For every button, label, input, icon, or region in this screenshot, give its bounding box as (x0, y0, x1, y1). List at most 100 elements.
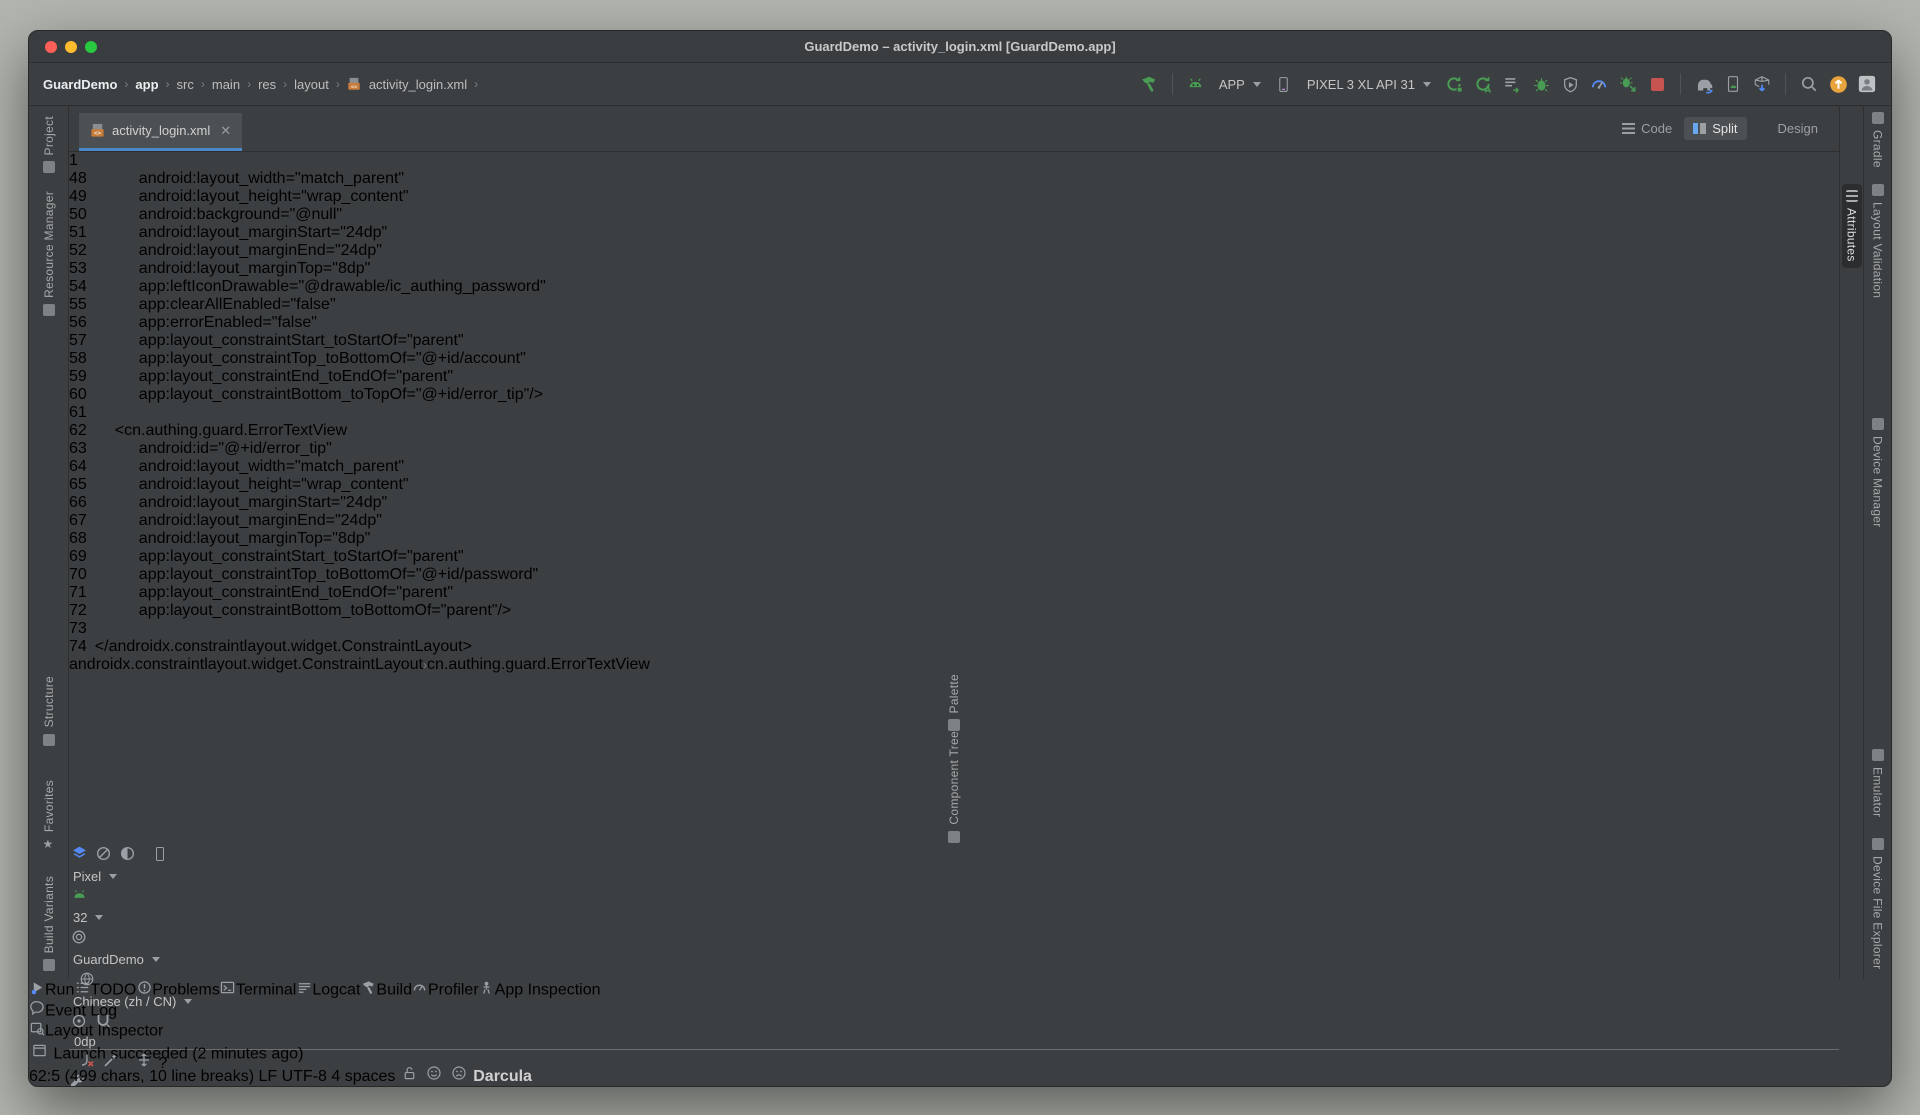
stripe-tab-favorites[interactable]: Favorites★ (42, 780, 56, 850)
breadcrumb-activity-login-xml[interactable]: activity_login.xml (369, 77, 467, 92)
toolwindow-button-todo[interactable]: TODO (74, 979, 136, 1000)
code-line-67[interactable]: 67android:layout_marginEnd="24dp" (69, 512, 1839, 530)
minimize-window-button[interactable] (65, 41, 77, 53)
code-line-57[interactable]: 57app:layout_constraintStart_toStartOf="… (69, 332, 1839, 350)
device-dropdown[interactable]: Pixel (69, 867, 1839, 886)
code-line-48[interactable]: 48android:layout_width="match_parent" (69, 170, 1839, 188)
theme-name[interactable]: Darcula (473, 1068, 532, 1085)
orientation-icon[interactable] (93, 843, 113, 863)
stripe-tab-gradle[interactable]: Gradle (1871, 112, 1885, 168)
code-line-50[interactable]: 50android:background="@null" (69, 206, 1839, 224)
stripe-tab-resource-manager[interactable]: Resource Manager (42, 191, 56, 316)
tab-activity-login-xml[interactable]: <> activity_login.xml ✕ (79, 113, 242, 151)
code-line-61[interactable]: 61 (69, 404, 1839, 422)
code-line-66[interactable]: 66android:layout_marginStart="24dp" (69, 494, 1839, 512)
close-tab-icon[interactable]: ✕ (220, 123, 231, 139)
code-line-74[interactable]: 74</androidx.constraintlayout.widget.Con… (69, 638, 1839, 656)
code-line-52[interactable]: 52android:layout_marginEnd="24dp" (69, 242, 1839, 260)
code-line-72[interactable]: 72app:layout_constraintBottom_toBottomOf… (69, 602, 1839, 620)
profile-or-debug-apk-icon[interactable] (1502, 74, 1522, 94)
close-window-button[interactable] (45, 41, 57, 53)
breadcrumb-src[interactable]: src (177, 77, 194, 92)
gradle-sync-icon[interactable] (1694, 74, 1714, 94)
device-manager-icon[interactable] (1723, 74, 1743, 94)
code-line-51[interactable]: 51android:layout_marginStart="24dp" (69, 224, 1839, 242)
smiley-face-icon[interactable] (424, 1063, 444, 1083)
apply-changes-icon[interactable] (1444, 74, 1464, 94)
apply-code-changes-icon[interactable]: A (1473, 74, 1493, 94)
toolwindow-button-problems[interactable]: Problems (136, 979, 220, 1000)
zoom-window-button[interactable] (85, 41, 97, 53)
stripe-tab-device-manager[interactable]: Device Manager (1871, 418, 1885, 528)
toolwindow-toggle-icon[interactable] (29, 1041, 49, 1061)
caret-position[interactable]: 62:5 (499 chars, 10 line breaks) (29, 1068, 254, 1085)
code-line-73[interactable]: 73 (69, 620, 1839, 638)
stripe-tab-palette[interactable]: Palette (69, 674, 1839, 731)
toolwindow-button-build[interactable]: Build (360, 979, 412, 1000)
search-everywhere-icon[interactable] (1799, 74, 1819, 94)
frowny-face-icon[interactable] (449, 1063, 469, 1083)
theme-dropdown[interactable]: GuardDemo (69, 950, 1839, 969)
stripe-tab-layout-validation[interactable]: Layout Validation (1871, 184, 1885, 298)
stripe-tab-project[interactable]: Project (42, 116, 56, 173)
code-line-53[interactable]: 53android:layout_marginTop="8dp" (69, 260, 1839, 278)
device-select[interactable]: PIXEL 3 XL API 31 (1303, 75, 1435, 94)
stripe-tab-component-tree[interactable]: Component Tree (69, 731, 1839, 843)
line-ending[interactable]: LF (258, 1068, 277, 1085)
breadcrumb-res[interactable]: res (258, 77, 276, 92)
breadcrumb-layout[interactable]: layout (294, 77, 329, 92)
toolwindow-button-run[interactable]: Run (29, 979, 74, 1000)
code-line-69[interactable]: 69app:layout_constraintStart_toStartOf="… (69, 548, 1839, 566)
breadcrumb-main[interactable]: main (212, 77, 240, 92)
stripe-tab-emulator[interactable]: Emulator (1871, 749, 1885, 817)
code-line-68[interactable]: 68android:layout_marginTop="8dp" (69, 530, 1839, 548)
stripe-tab-structure[interactable]: Structure (42, 676, 56, 745)
build-hammer-icon[interactable] (1139, 74, 1159, 94)
code-line-49[interactable]: 49android:layout_height="wrap_content" (69, 188, 1839, 206)
night-mode-icon[interactable] (118, 843, 138, 863)
sdk-manager-icon[interactable] (1752, 74, 1772, 94)
code-line-56[interactable]: 56app:errorEnabled="false" (69, 314, 1839, 332)
toolwindow-button-layout-inspector[interactable]: Layout Inspector (29, 1020, 1891, 1041)
mode-design-button[interactable]: Design (1750, 117, 1827, 140)
xml-source-editor[interactable]: 1 48android:layout_width="match_parent"4… (69, 152, 1839, 656)
inspection-widget[interactable]: 1 (69, 152, 1839, 170)
code-line-58[interactable]: 58app:layout_constraintTop_toBottomOf="@… (69, 350, 1839, 368)
user-avatar[interactable] (1857, 74, 1877, 94)
stripe-tab-attributes[interactable]: Attributes (1842, 184, 1862, 268)
api-level-dropdown[interactable]: 32 (69, 908, 1839, 927)
toolwindow-button-terminal[interactable]: Terminal (220, 979, 296, 1000)
file-encoding[interactable]: UTF-8 (282, 1068, 327, 1085)
toolwindow-button-event-log[interactable]: Event Log (29, 1000, 1891, 1021)
stop-icon[interactable] (1647, 74, 1667, 94)
debug-bug-icon[interactable] (1531, 74, 1551, 94)
attach-debugger-icon[interactable] (1618, 74, 1638, 94)
toolwindow-button-logcat[interactable]: Logcat (296, 979, 360, 1000)
toolwindow-button-app-inspection[interactable]: App Inspection (479, 979, 601, 1000)
clear-constraints-icon[interactable] (77, 1050, 97, 1070)
breadcrumb-app[interactable]: app (135, 77, 158, 92)
stripe-tab-device-file-explorer[interactable]: Device File Explorer (1871, 838, 1885, 969)
breadcrumb-guarddemo[interactable]: GuardDemo (43, 77, 117, 92)
code-line-65[interactable]: 65android:layout_height="wrap_content" (69, 476, 1839, 494)
run-with-coverage-icon[interactable] (1560, 74, 1580, 94)
design-surface-icon[interactable] (69, 843, 89, 863)
code-line-64[interactable]: 64android:layout_width="match_parent" (69, 458, 1839, 476)
code-line-71[interactable]: 71app:layout_constraintEnd_toEndOf="pare… (69, 584, 1839, 602)
xml-breadcrumb-errortextview[interactable]: cn.authing.guard.ErrorTextView (427, 656, 650, 673)
unlock-icon[interactable] (400, 1064, 420, 1084)
profiler-gauge-icon[interactable] (1589, 74, 1609, 94)
code-line-70[interactable]: 70app:layout_constraintTop_toBottomOf="@… (69, 566, 1839, 584)
stripe-tab-build-variants[interactable]: Build Variants (42, 876, 56, 971)
code-line-54[interactable]: 54app:leftIconDrawable="@drawable/ic_aut… (69, 278, 1839, 296)
code-line-55[interactable]: 55app:clearAllEnabled="false" (69, 296, 1839, 314)
code-line-60[interactable]: 60app:layout_constraintBottom_toTopOf="@… (69, 386, 1839, 404)
run-configuration-select[interactable]: APP (1215, 75, 1265, 94)
indent-setting[interactable]: 4 spaces (331, 1068, 395, 1085)
code-line-59[interactable]: 59app:layout_constraintEnd_toEndOf="pare… (69, 368, 1839, 386)
mode-code-button[interactable]: Code (1613, 117, 1681, 140)
pack-icon[interactable] (134, 1050, 154, 1070)
view-options-icon[interactable] (69, 1011, 89, 1031)
code-line-63[interactable]: 63android:id="@+id/error_tip" (69, 440, 1839, 458)
xml-breadcrumb-constraintlayout[interactable]: androidx.constraintlayout.widget.Constra… (69, 656, 423, 673)
